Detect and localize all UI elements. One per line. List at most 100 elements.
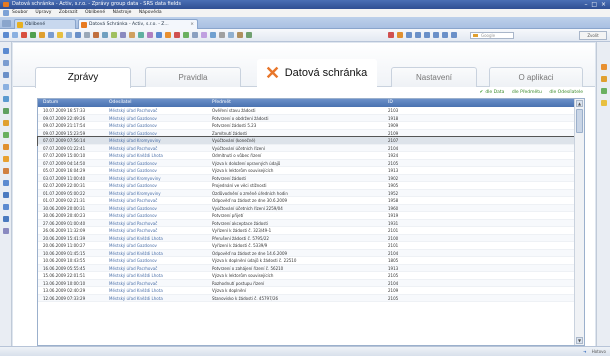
sort-by-sender-link[interactable]: dle Odesílatele <box>549 90 583 95</box>
menu-item-help[interactable]: Nápověda <box>139 10 162 15</box>
safety-icon[interactable] <box>138 32 144 38</box>
menu-item-favorites[interactable]: Oblíbené <box>85 10 105 15</box>
table-row[interactable]: 02.07.2009 22:00:31 Městský úřad Gazdonov… <box>38 182 575 190</box>
menu-item-edit[interactable]: Úpravy <box>35 10 51 15</box>
help-icon[interactable] <box>3 216 9 222</box>
tab-pravidla[interactable]: Pravidla <box>145 67 241 87</box>
table-row[interactable]: 10.07.2009 16:57:33 Městský úřad Pacrhova… <box>38 107 575 115</box>
sync-icon[interactable] <box>3 180 9 186</box>
grid-icon[interactable] <box>451 32 457 38</box>
share-icon[interactable] <box>210 32 216 38</box>
tab-datova-schranka[interactable]: ✕ Datová schránka <box>257 59 377 87</box>
scroll-down-icon[interactable]: ▼ <box>576 337 583 344</box>
menu-item-file[interactable]: Soubor <box>12 10 28 15</box>
print-icon[interactable] <box>84 32 90 38</box>
globe-icon[interactable] <box>3 192 9 198</box>
translate-icon[interactable] <box>156 32 162 38</box>
table-row[interactable]: 27.06.2009 01:00:40 Městský úřad Pacrhova… <box>38 219 575 227</box>
forward-icon[interactable] <box>12 32 18 38</box>
tab-favorites[interactable]: Oblíbené <box>14 19 76 29</box>
table-row[interactable]: 16.06.2009 05:55:45 Městský úřad Pacrhova… <box>38 264 575 272</box>
calendar-icon[interactable] <box>601 88 607 94</box>
window-controls[interactable]: – □ × <box>584 0 607 9</box>
vertical-scrollbar[interactable]: ▲ ▼ <box>574 99 584 345</box>
history-icon[interactable] <box>66 32 72 38</box>
column-header-id[interactable]: ID <box>388 99 448 107</box>
tag-icon[interactable] <box>3 144 9 150</box>
table-row[interactable]: 10.06.2009 01:45:15 Městský úřad Kněždi L… <box>38 249 575 257</box>
table-row[interactable]: 07.07.2009 07:56:14 Městský úřad Kromyovi… <box>37 136 576 146</box>
stop-icon[interactable] <box>21 32 27 38</box>
table-row[interactable]: 30.06.2009 20:00:31 Městský úřad Gazdonov… <box>38 204 575 212</box>
flag-icon[interactable] <box>3 168 9 174</box>
table-row[interactable]: 15.06.2009 22:01:51 Městský úřad Kněždi L… <box>38 272 575 280</box>
copy-icon[interactable] <box>228 32 234 38</box>
tab-o-aplikaci[interactable]: O aplikaci <box>489 67 583 87</box>
clock-icon[interactable] <box>397 32 403 38</box>
scroll-up-icon[interactable]: ▲ <box>576 100 583 107</box>
column-header-sender[interactable]: Odesílatel <box>109 99 209 107</box>
search-input[interactable]: Google <box>470 32 514 39</box>
discuss-icon[interactable] <box>102 32 108 38</box>
link-icon[interactable] <box>3 228 9 234</box>
chart-icon[interactable] <box>3 108 9 114</box>
table-row[interactable]: 09.07.2009 15:23:59 Městský úřad Gazdonov… <box>38 129 575 137</box>
grid-icon[interactable] <box>406 32 412 38</box>
star-icon[interactable] <box>3 156 9 162</box>
grid-icon[interactable] <box>433 32 439 38</box>
info-icon[interactable] <box>3 204 9 210</box>
favorites-icon[interactable] <box>57 32 63 38</box>
search-icon[interactable] <box>48 32 54 38</box>
rss-icon[interactable] <box>165 32 171 38</box>
translate-icon[interactable] <box>388 32 394 38</box>
table-row[interactable]: 26.06.2009 11:32:09 Městský úřad Pacrhova… <box>38 227 575 235</box>
table-row[interactable]: 30.06.2009 20:40:23 Městský úřad Gazdonov… <box>38 212 575 220</box>
table-row[interactable]: 07.07.2009 15:00:10 Městský úřad Kněždi L… <box>38 152 575 160</box>
search-button[interactable]: Zvolit <box>579 31 607 40</box>
tab-list-icon[interactable] <box>2 20 11 27</box>
table-row[interactable]: 20.06.2009 11:00:27 Městský úřad Gazdonov… <box>38 242 575 250</box>
mail-icon[interactable] <box>3 72 9 78</box>
doc-icon[interactable] <box>3 84 9 90</box>
research-icon[interactable] <box>147 32 153 38</box>
table-row[interactable]: 01.07.2009 05:00:22 Městský úřad Kromyovi… <box>38 189 575 197</box>
sort-by-date-link[interactable]: dle Data <box>485 90 504 95</box>
edit-icon[interactable] <box>93 32 99 38</box>
back-icon[interactable] <box>3 32 9 38</box>
undo-icon[interactable] <box>246 32 252 38</box>
notes-icon[interactable] <box>3 120 9 126</box>
home-icon[interactable] <box>39 32 45 38</box>
tab-datova-schranka[interactable]: Datová Schránka - Activ, s.r.o. - Z... × <box>78 19 198 29</box>
paste-icon[interactable] <box>237 32 243 38</box>
table-row[interactable]: 01.07.2009 02:21:31 Městský úřad Pacrhova… <box>38 197 575 205</box>
column-header-subject[interactable]: Předmět <box>212 99 382 107</box>
close-icon[interactable]: × <box>190 20 194 29</box>
table-row[interactable]: 07.07.2009 04:14:50 Městský úřad Gazdonov… <box>38 159 575 167</box>
table-row[interactable]: 20.06.2009 15:41:39 Městský úřad Kněždi L… <box>38 234 575 242</box>
table-row[interactable]: 07.07.2009 01:22:41 Městský úřad Pacrhova… <box>38 144 575 152</box>
extension-icon[interactable] <box>201 32 207 38</box>
feed-icon[interactable] <box>601 64 607 70</box>
table-row[interactable]: 12.06.2009 07:33:29 Městský úřad Kněždi L… <box>38 294 575 302</box>
menu-item-view[interactable]: Zobrazit <box>59 10 78 15</box>
grid-icon[interactable] <box>442 32 448 38</box>
mail-icon[interactable] <box>75 32 81 38</box>
table-row[interactable]: 03.07.2009 11:00:40 Městský úřad Kromyovi… <box>38 174 575 182</box>
sort-by-subject-link[interactable]: dle Předmětu <box>512 90 542 95</box>
chart-icon[interactable] <box>601 76 607 82</box>
table-row[interactable]: 10.06.2009 10:43:55 Městský úřad Gazdonov… <box>38 257 575 265</box>
column-header-date[interactable]: Datum <box>43 99 103 107</box>
menu-item-tools[interactable]: Nástroje <box>113 10 132 15</box>
tab-zpravy[interactable]: Zprávy <box>35 67 131 88</box>
folder-icon[interactable] <box>3 60 9 66</box>
tools-icon[interactable] <box>120 32 126 38</box>
bookmark-icon[interactable] <box>183 32 189 38</box>
cut-icon[interactable] <box>219 32 225 38</box>
scrollbar-thumb[interactable] <box>576 109 583 133</box>
block-icon[interactable] <box>174 32 180 38</box>
refresh-icon[interactable] <box>30 32 36 38</box>
calendar-icon[interactable] <box>3 96 9 102</box>
settings-icon[interactable] <box>192 32 198 38</box>
tab-nastaveni[interactable]: Nastavení <box>391 67 477 87</box>
table-row[interactable]: 05.07.2009 16:04:29 Městský úřad Gazdonov… <box>38 167 575 175</box>
